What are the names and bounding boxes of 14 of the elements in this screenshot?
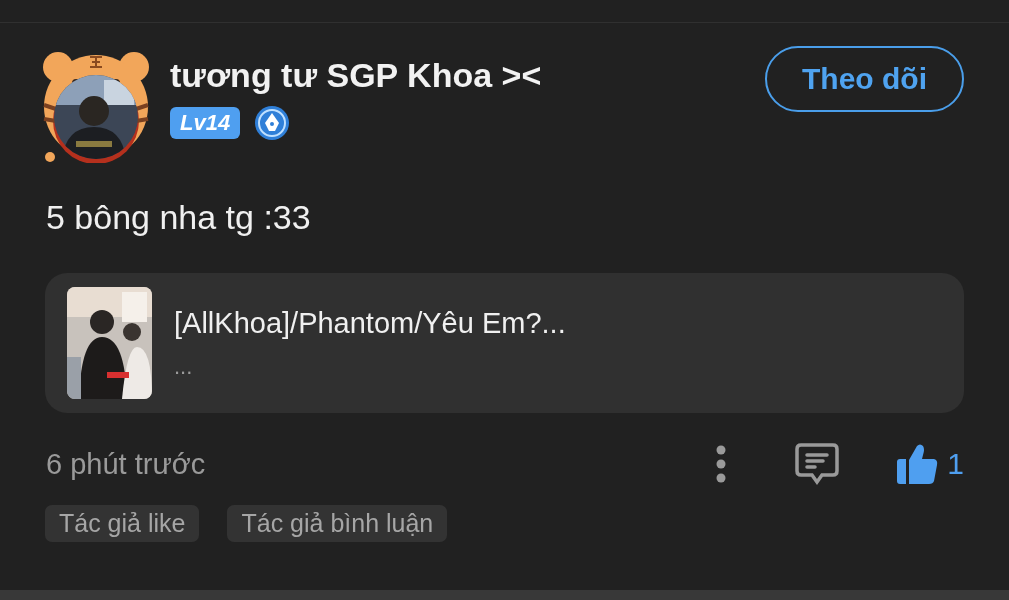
username[interactable]: tương tư SGP Khoa >< — [170, 55, 765, 95]
level-badge: Lv14 — [170, 107, 241, 139]
more-options-icon[interactable] — [715, 445, 728, 483]
attachment-subtitle: ... — [174, 354, 194, 380]
comment-icon[interactable] — [795, 443, 840, 485]
post-text: 5 bông nha tg :33 — [45, 197, 312, 238]
like-count: 1 — [947, 447, 964, 481]
author-tag: Tác giả bình luận — [227, 505, 448, 542]
pen-nib-badge-icon — [254, 105, 291, 141]
follow-button[interactable]: Theo dõi — [765, 46, 964, 112]
author-tag: Tác giả like — [45, 505, 200, 542]
thumbs-up-icon[interactable] — [895, 442, 940, 486]
attachment-title[interactable]: [AllKhoa]/Phantom/Yêu Em?... — [174, 306, 566, 340]
post-time: 6 phút trước — [46, 447, 207, 481]
